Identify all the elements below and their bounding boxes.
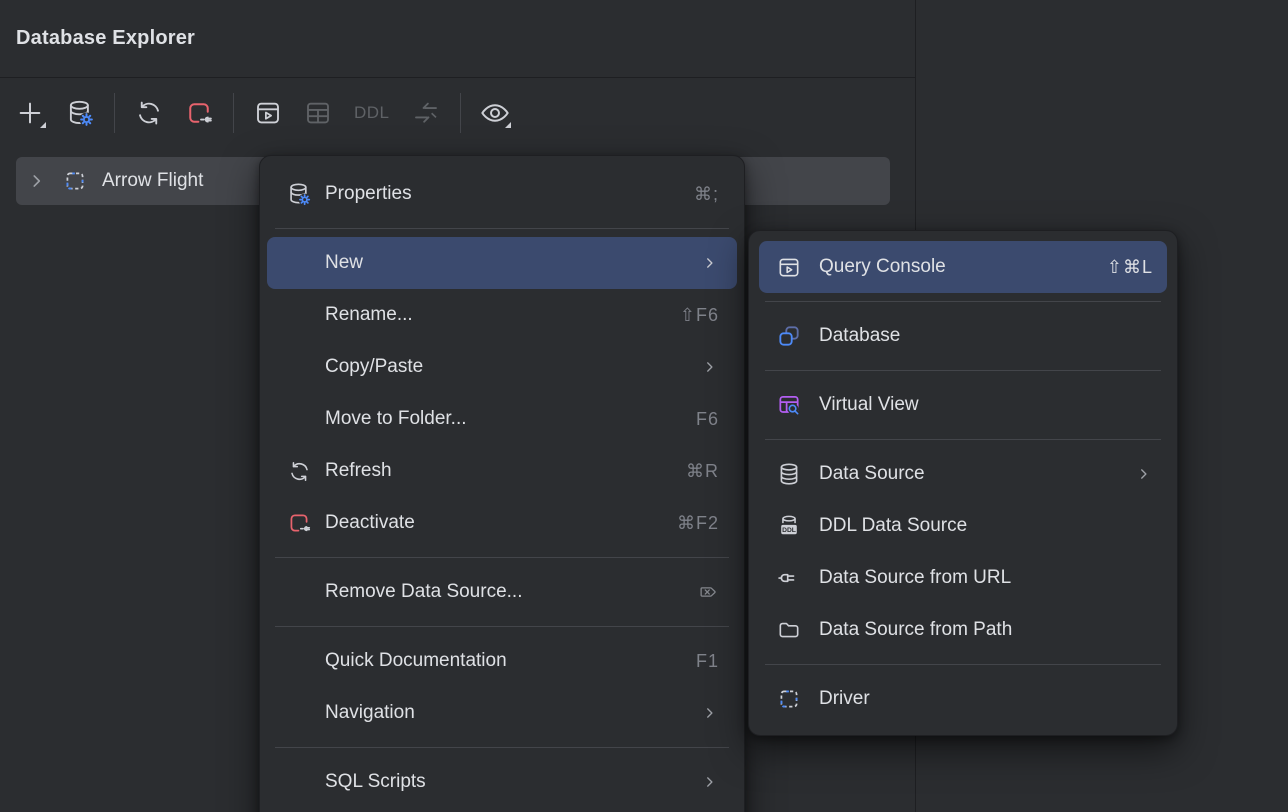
menu-item-navigation[interactable]: Navigation <box>267 687 737 739</box>
plug-icon <box>776 565 802 591</box>
menu-item-move-to-folder[interactable]: Move to Folder... F6 <box>267 393 737 445</box>
menu-separator <box>275 557 729 558</box>
toolbar-separator <box>233 93 234 133</box>
table-icon <box>303 98 333 128</box>
menu-item-remove-data-source[interactable]: Remove Data Source... <box>267 566 737 618</box>
menu-item-rename[interactable]: Rename... ⇧F6 <box>267 289 737 341</box>
menu-separator <box>275 747 729 748</box>
menu-item-new[interactable]: New <box>267 237 737 289</box>
submenu-item-virtual-view[interactable]: Virtual View <box>759 379 1167 431</box>
tree-item-label: Arrow Flight <box>102 170 203 192</box>
compare-arrows-icon <box>411 98 441 128</box>
deactivate-icon <box>286 510 312 536</box>
panel-title: Database Explorer <box>16 27 195 50</box>
menu-item-copy-paste[interactable]: Copy/Paste <box>267 341 737 393</box>
menu-separator <box>275 626 729 627</box>
menu-item-quick-documentation[interactable]: Quick Documentation F1 <box>267 635 737 687</box>
driver-icon <box>776 686 802 712</box>
submenu-arrow-icon <box>701 358 719 376</box>
data-source-icon <box>776 461 802 487</box>
submenu-arrow-icon <box>701 704 719 722</box>
refresh-icon <box>287 459 312 484</box>
submenu-item-query-console[interactable]: Query Console ⇧⌘L <box>759 241 1167 293</box>
ddl-button[interactable]: DDL <box>350 95 394 131</box>
data-source-properties-button[interactable] <box>62 95 98 131</box>
menu-separator <box>765 301 1161 302</box>
add-button[interactable] <box>12 95 48 131</box>
submenu-item-data-source[interactable]: Data Source <box>759 448 1167 500</box>
table-button[interactable] <box>300 95 336 131</box>
submenu-item-database[interactable]: Database <box>759 310 1167 362</box>
toolbar-separator <box>114 93 115 133</box>
folder-icon <box>776 617 802 643</box>
submenu-item-data-source-from-url[interactable]: Data Source from URL <box>759 552 1167 604</box>
new-submenu: Query Console ⇧⌘L Database Virtual View <box>748 230 1178 736</box>
database-settings-icon <box>65 98 95 128</box>
database-settings-icon <box>286 181 312 207</box>
chevron-right-icon[interactable] <box>26 170 48 192</box>
menu-item-properties[interactable]: Properties ⌘; <box>267 168 737 220</box>
dropdown-triangle <box>40 122 46 128</box>
jump-to-query-console-button[interactable] <box>250 95 286 131</box>
refresh-icon <box>134 98 164 128</box>
context-menu: Properties ⌘; New Rename... ⇧F6 Copy/Pas… <box>259 155 745 812</box>
submenu-arrow-icon <box>701 254 719 272</box>
ddl-label: DDL <box>354 103 390 123</box>
refresh-button[interactable] <box>131 95 167 131</box>
deactivate-icon <box>184 98 214 128</box>
menu-separator <box>275 228 729 229</box>
query-console-icon <box>253 98 283 128</box>
submenu-item-data-source-from-path[interactable]: Data Source from Path <box>759 604 1167 656</box>
menu-item-refresh[interactable]: Refresh ⌘R <box>267 445 737 497</box>
submenu-arrow-icon <box>701 773 719 791</box>
submenu-arrow-icon <box>1135 465 1153 483</box>
apply-ddl-button[interactable] <box>408 95 444 131</box>
toolbar-separator <box>460 93 461 133</box>
view-options-button[interactable] <box>477 95 513 131</box>
dropdown-triangle <box>505 122 511 128</box>
ddl-data-source-icon: DDL <box>776 513 802 539</box>
svg-text:DDL: DDL <box>782 527 796 534</box>
submenu-item-ddl-data-source[interactable]: DDL DDL Data Source <box>759 500 1167 552</box>
delete-shortcut-icon <box>697 581 719 603</box>
toolbar: DDL <box>0 79 915 147</box>
virtual-view-icon <box>776 392 802 418</box>
menu-separator <box>765 439 1161 440</box>
menu-item-sql-scripts[interactable]: SQL Scripts <box>267 756 737 808</box>
driver-icon <box>62 168 88 194</box>
tool-window-header: Database Explorer <box>0 0 915 78</box>
database-icon <box>776 323 802 349</box>
menu-separator <box>765 370 1161 371</box>
menu-item-deactivate[interactable]: Deactivate ⌘F2 <box>267 497 737 549</box>
query-console-icon <box>776 254 802 281</box>
submenu-item-driver[interactable]: Driver <box>759 673 1167 725</box>
deactivate-button[interactable] <box>181 95 217 131</box>
menu-separator <box>765 664 1161 665</box>
